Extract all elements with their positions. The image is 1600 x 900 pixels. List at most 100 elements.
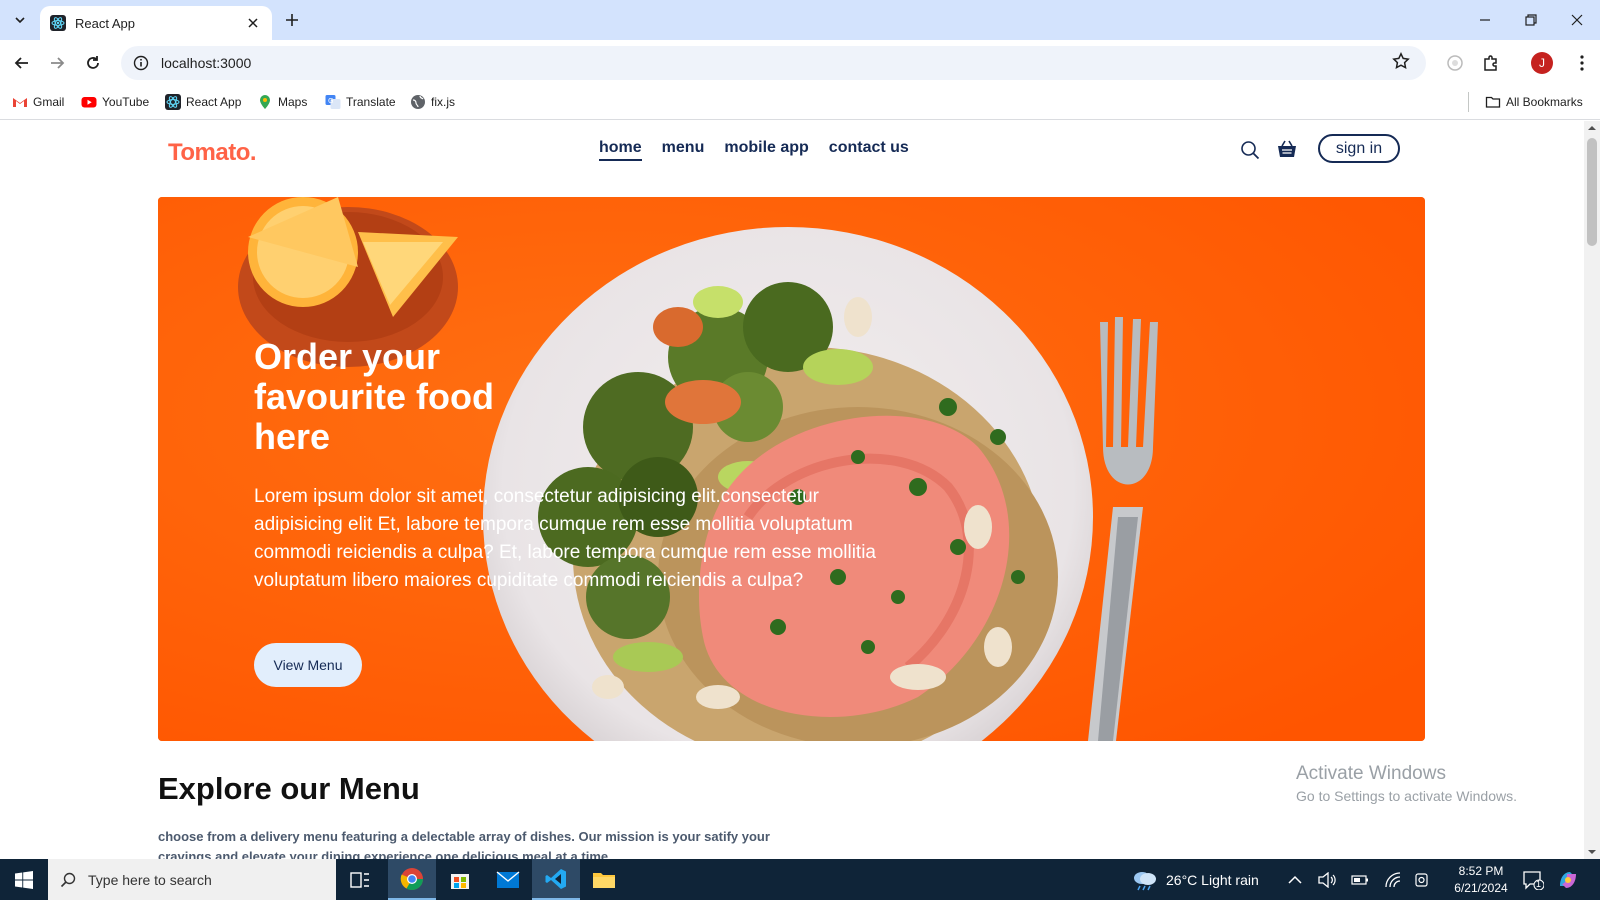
store-icon [451,873,469,889]
browser-tab[interactable]: React App [40,6,272,40]
camera-icon [1415,872,1428,887]
site-info-icon[interactable] [133,55,149,71]
cart-button[interactable] [1276,138,1298,165]
nav-mobile-app[interactable]: mobile app [724,139,808,161]
hero-description: Lorem ipsum dolor sit amet, consectetur … [254,486,876,591]
react-icon [165,94,181,110]
taskbar-store[interactable] [436,859,484,900]
all-bookmarks-button[interactable]: All Bookmarks [1485,94,1583,110]
forward-button[interactable] [45,51,69,75]
search-icon [1241,141,1260,160]
taskbar-mail[interactable] [484,859,532,900]
wifi-icon [1385,871,1401,887]
svg-text:G: G [328,97,333,105]
bookmark-fixjs[interactable]: fix.js [410,94,455,110]
chevron-down-icon [15,17,25,24]
restore-window-button[interactable] [1508,0,1554,40]
site-logo[interactable]: Tomato. [168,139,257,167]
performance-icon [1447,55,1463,71]
bookmark-youtube[interactable]: YouTube [81,94,149,110]
minimize-icon [1480,19,1490,21]
battery-button[interactable] [1351,859,1369,900]
youtube-icon [81,97,97,108]
copilot-icon [1560,871,1576,888]
react-icon [50,15,66,31]
close-tab-button[interactable] [244,14,262,32]
weather-widget[interactable]: 26°C Light rain [1132,859,1259,900]
volume-button[interactable] [1318,859,1336,900]
puzzle-icon [1484,55,1497,71]
watermark-line-1: Activate Windows [1296,763,1446,784]
bookmark-label: Translate [346,95,396,109]
search-button[interactable] [1240,140,1260,165]
plus-icon [286,14,298,26]
nav-home[interactable]: home [599,139,642,161]
taskbar-clock[interactable]: 8:52 PM 6/21/2024 [1446,863,1516,897]
profile-avatar[interactable]: J [1531,52,1553,74]
bookmark-label: React App [186,95,242,109]
arrow-left-icon [14,57,28,69]
task-view-icon [350,871,369,888]
notification-count: 1 [1536,879,1542,889]
explore-menu-heading: Explore our Menu [158,771,420,806]
taskbar-search[interactable]: Type here to search [48,859,336,900]
scroll-down-icon [1588,850,1596,854]
extension-button[interactable] [1443,51,1467,75]
nav-menu[interactable]: menu [662,139,705,161]
clock-time: 8:52 PM [1458,864,1504,878]
chrome-icon [400,867,423,890]
show-hidden-icons[interactable] [1288,859,1302,900]
all-bookmarks-label: All Bookmarks [1506,95,1583,109]
nav-contact-us[interactable]: contact us [829,139,909,161]
scroll-up-icon [1588,126,1596,130]
battery-icon [1351,874,1368,885]
bookmark-react-app[interactable]: React App [165,94,241,110]
taskbar-file-explorer[interactable] [580,859,628,900]
notification-center-button[interactable]: 1 [1522,859,1544,900]
clock-date: 6/21/2024 [1454,881,1508,895]
bookmark-label: fix.js [431,95,455,109]
reload-button[interactable] [81,51,105,75]
hero-title: Order your favourite food here [254,336,494,457]
chrome-menu-button[interactable] [1570,51,1594,75]
tab-search-button[interactable] [8,8,32,32]
bookmark-label: YouTube [102,95,150,109]
view-menu-button[interactable]: View Menu [254,643,362,687]
rain-cloud-icon [1134,871,1156,890]
network-button[interactable] [1384,859,1402,900]
task-view-button[interactable] [336,859,384,900]
search-icon [60,872,76,887]
extensions-menu-button[interactable] [1479,51,1503,75]
taskbar-vscode[interactable] [532,859,580,900]
web-page: Tomato. home menu mobile app contact us … [0,121,1584,859]
bookmarks-bar: Gmail YouTube React App Maps G Translate… [0,86,1600,120]
copilot-button[interactable] [1556,859,1580,900]
scrollbar-thumb[interactable] [1587,138,1597,246]
close-icon [1571,14,1583,26]
close-window-button[interactable] [1554,0,1600,40]
bookmark-maps[interactable]: Maps [257,94,307,110]
back-button[interactable] [10,51,34,75]
restore-icon [1525,14,1537,26]
meet-now-button[interactable] [1414,859,1430,900]
gmail-icon [13,98,27,107]
weather-text: 26°C Light rain [1166,871,1259,888]
globe-icon [411,95,425,109]
search-placeholder: Type here to search [88,871,212,888]
url-text: localhost:3000 [161,55,252,71]
taskbar-chrome[interactable] [388,859,436,900]
bookmark-translate[interactable]: G Translate [325,94,396,110]
start-button[interactable] [0,859,48,900]
reload-icon [87,56,99,69]
maps-icon [260,95,270,109]
bookmark-star-button[interactable] [1392,52,1410,75]
bookmark-gmail[interactable]: Gmail [12,94,64,110]
translate-icon: G [325,95,341,109]
browser-tab-strip: React App [0,0,1600,40]
address-bar[interactable]: localhost:3000 [121,46,1426,80]
minimize-window-button[interactable] [1462,0,1508,40]
tab-title: React App [75,15,135,31]
new-tab-button[interactable] [282,10,302,30]
sign-in-button[interactable]: sign in [1318,134,1400,163]
hero-banner: Order your favourite food here Lorem ips… [158,197,1425,741]
